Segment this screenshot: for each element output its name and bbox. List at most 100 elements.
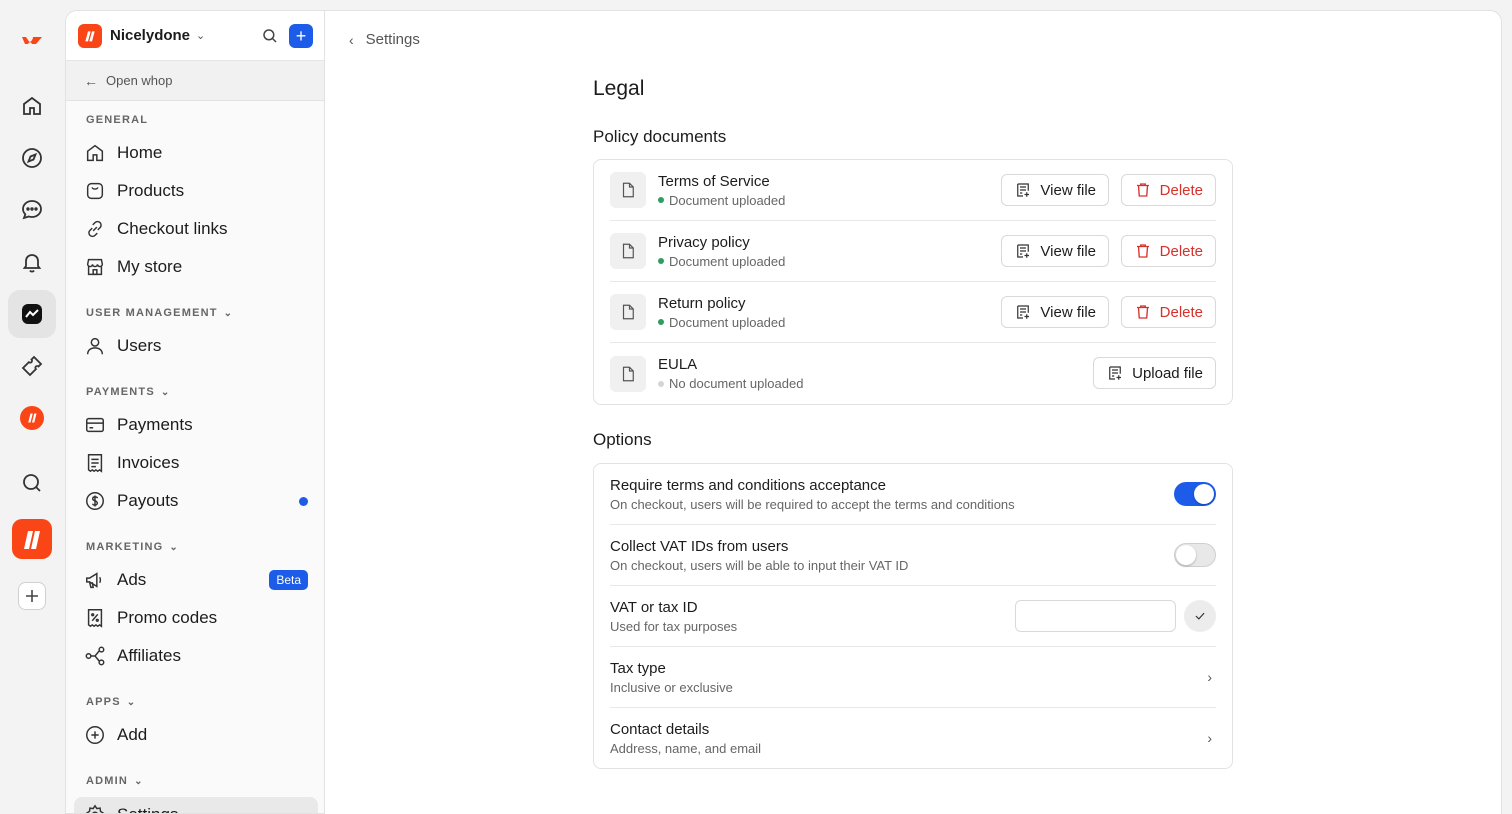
document-title: Return policy — [658, 294, 746, 312]
beta-badge: Beta — [269, 570, 308, 590]
receipt-icon — [87, 454, 103, 473]
chevron-left-icon: ‹ — [349, 31, 354, 48]
create-button[interactable]: + — [289, 24, 313, 48]
nicelydone-workspace-icon[interactable] — [8, 515, 56, 563]
chevron-down-icon: ⌄ — [169, 541, 180, 553]
breadcrumb[interactable]: ‹ Settings — [349, 31, 420, 48]
chevron-down-icon[interactable]: ⌄ — [196, 29, 205, 42]
workspace-name[interactable]: Nicelydone — [110, 27, 190, 44]
home-icon[interactable] — [8, 82, 56, 130]
document-icon — [1017, 183, 1030, 197]
document-status: Document uploaded — [658, 193, 785, 208]
gear-icon — [85, 804, 105, 813]
document-row: Privacy policy Document uploaded View fi… — [610, 221, 1216, 282]
search-icon[interactable] — [261, 27, 279, 45]
chevron-down-icon: ⌄ — [160, 386, 171, 398]
bag-icon — [86, 182, 104, 200]
compass-icon[interactable] — [8, 134, 56, 182]
sidebar-item-affiliates[interactable]: Affiliates — [74, 638, 318, 674]
view-file-button[interactable]: View file — [1001, 296, 1109, 328]
dashboard-icon[interactable] — [8, 290, 56, 338]
sidebar-item-checkout-links[interactable]: Checkout links — [74, 211, 318, 247]
sidebar-item-my-store[interactable]: My store — [74, 249, 318, 285]
workspace-header: Nicelydone ⌄ + — [66, 11, 324, 61]
link-icon — [88, 220, 102, 238]
app-rail — [0, 0, 64, 814]
policy-documents-heading: Policy documents — [593, 127, 727, 146]
home-icon — [86, 144, 104, 162]
chevron-right-icon: › — [1207, 730, 1212, 746]
chevron-down-icon: ⌄ — [126, 696, 137, 708]
options-card: Require terms and conditions acceptance … — [593, 463, 1233, 769]
check-icon — [1195, 612, 1205, 620]
view-file-button[interactable]: View file — [1001, 235, 1109, 267]
section-marketing[interactable]: MARKETING ⌄ — [86, 541, 179, 553]
search-icon[interactable] — [8, 459, 56, 507]
section-general: GENERAL — [86, 114, 149, 126]
option-row-vat-id: VAT or tax ID Used for tax purposes — [610, 586, 1216, 647]
sidebar-item-add[interactable]: Add — [74, 717, 318, 753]
plus-circle-icon — [86, 726, 104, 744]
delete-button[interactable]: Delete — [1120, 174, 1216, 206]
sidebar-item-ads[interactable]: Ads Beta — [74, 562, 318, 598]
view-file-button[interactable]: View file — [1001, 174, 1109, 206]
delete-button[interactable]: Delete — [1120, 296, 1216, 328]
whop-logo-icon[interactable] — [8, 16, 56, 64]
upload-file-button[interactable]: Upload file — [1093, 357, 1216, 389]
megaphone-icon — [86, 572, 102, 589]
document-icon — [1017, 244, 1030, 258]
section-payments[interactable]: PAYMENTS ⌄ — [86, 386, 171, 398]
document-title: EULA — [658, 356, 698, 373]
section-user-management[interactable]: USER MANAGEMENT ⌄ — [86, 307, 233, 319]
credit-card-icon — [86, 417, 104, 433]
sidebar-item-invoices[interactable]: Invoices — [74, 445, 318, 481]
bell-icon[interactable] — [8, 238, 56, 286]
document-row: Terms of Service Document uploaded View … — [610, 160, 1216, 221]
options-heading: Options — [593, 430, 652, 449]
sidebar-item-payments[interactable]: Payments — [74, 407, 318, 443]
document-status: Document uploaded — [658, 315, 785, 330]
section-admin[interactable]: ADMIN ⌄ — [86, 775, 144, 787]
open-whop-link[interactable]: ← Open whop — [66, 61, 324, 101]
store-icon — [86, 258, 104, 276]
page-title: Legal — [593, 77, 645, 100]
main-content: ‹ Settings Legal Policy documents Terms … — [325, 10, 1502, 814]
option-row-contact-details[interactable]: Contact details Address, name, and email… — [610, 708, 1216, 769]
section-apps[interactable]: APPS ⌄ — [86, 696, 136, 708]
terms-toggle[interactable] — [1174, 482, 1216, 506]
document-row: EULA No document uploaded Upload file — [610, 343, 1216, 404]
nicelydone-app-icon[interactable] — [8, 394, 56, 442]
document-status: No document uploaded — [658, 376, 803, 391]
option-row-tax-type[interactable]: Tax type Inclusive or exclusive › — [610, 647, 1216, 708]
chat-icon[interactable] — [8, 186, 56, 234]
arrow-left-icon: ← — [84, 72, 98, 89]
vat-id-input[interactable] — [1015, 600, 1176, 632]
sidebar-item-home[interactable]: Home — [74, 135, 318, 171]
dollar-icon — [86, 492, 104, 510]
chevron-down-icon: ⌄ — [223, 307, 234, 319]
workspace-logo-icon[interactable] — [78, 23, 102, 48]
document-icon — [1017, 305, 1030, 319]
trash-icon — [1136, 244, 1149, 258]
confirm-button[interactable] — [1184, 600, 1216, 632]
policy-documents-card: Terms of Service Document uploaded View … — [593, 159, 1233, 405]
sidebar-item-promo-codes[interactable]: Promo codes — [74, 600, 318, 636]
percent-receipt-icon — [87, 609, 103, 628]
sidebar-item-users[interactable]: Users — [74, 328, 318, 364]
sidebar-item-products[interactable]: Products — [74, 173, 318, 209]
document-icon — [1109, 366, 1122, 380]
file-icon — [610, 355, 646, 392]
option-row-terms: Require terms and conditions acceptance … — [610, 464, 1216, 525]
sidebar-item-settings[interactable]: Settings — [74, 797, 318, 813]
trash-icon — [1136, 183, 1149, 197]
file-icon — [610, 294, 646, 330]
ticket-icon[interactable] — [8, 342, 56, 390]
vat-collect-toggle[interactable] — [1174, 543, 1216, 567]
add-workspace-icon[interactable] — [8, 572, 56, 620]
option-row-vat-collect: Collect VAT IDs from users On checkout, … — [610, 525, 1216, 586]
file-icon — [610, 172, 646, 208]
delete-button[interactable]: Delete — [1120, 235, 1216, 267]
document-status: Document uploaded — [658, 254, 785, 269]
breadcrumb-label: Settings — [365, 31, 420, 48]
sidebar-item-payouts[interactable]: Payouts — [74, 483, 318, 519]
